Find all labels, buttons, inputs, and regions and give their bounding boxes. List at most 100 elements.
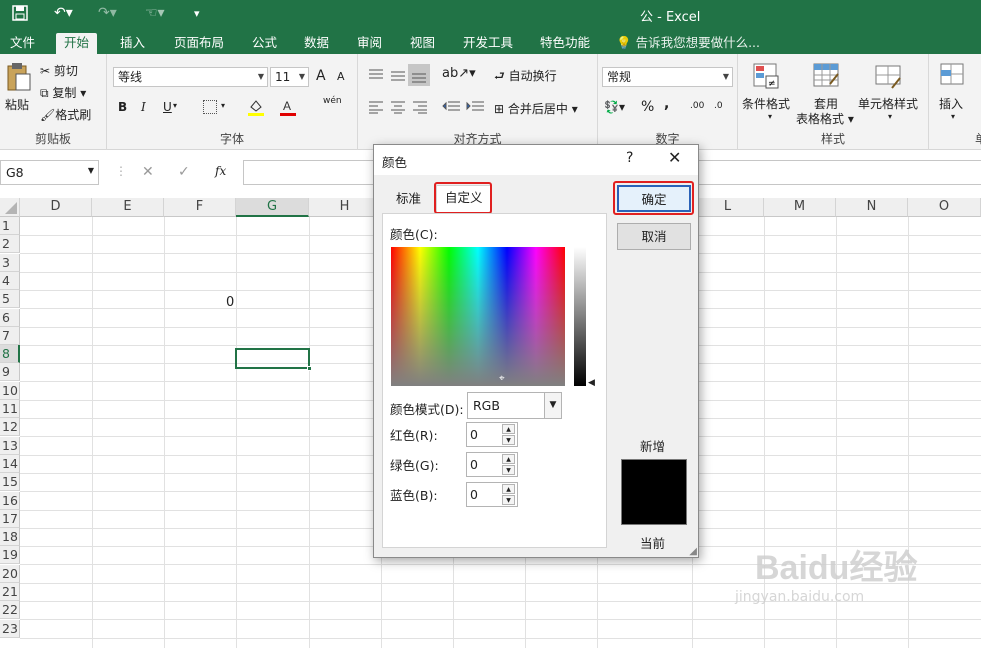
column-header[interactable]: F — [164, 198, 236, 217]
tab-special[interactable]: 特色功能 — [532, 33, 598, 54]
row-header[interactable]: 10 — [0, 381, 20, 400]
name-box[interactable]: G8 ▼ — [0, 160, 99, 185]
merge-center-button[interactable]: ⊞ 合并后居中 ▾ — [494, 100, 578, 117]
formula-bar-handle-icon[interactable]: ⋮ — [115, 164, 127, 178]
tab-view[interactable]: 视图 — [402, 33, 443, 54]
cut-button[interactable]: ✂ 剪切 — [40, 62, 78, 79]
row-header[interactable]: 13 — [0, 436, 20, 455]
close-icon[interactable]: ✕ — [668, 148, 681, 167]
font-color-icon[interactable]: A — [279, 98, 297, 119]
row-header[interactable]: 3 — [0, 253, 20, 272]
row-header[interactable]: 19 — [0, 546, 20, 565]
tab-home[interactable]: 开始 — [56, 33, 98, 54]
row-header[interactable]: 11 — [0, 400, 20, 418]
row-header-selected[interactable]: 8 — [0, 345, 20, 364]
row-header[interactable]: 12 — [0, 418, 20, 437]
cell-styles-icon[interactable] — [874, 62, 904, 93]
row-header[interactable]: 17 — [0, 509, 20, 528]
selected-cell-G8[interactable] — [235, 348, 310, 369]
fill-handle[interactable] — [307, 366, 312, 371]
copy-button[interactable]: ⧉ 复制 ▾ — [40, 84, 86, 101]
cell-F5[interactable]: 0 — [226, 295, 234, 310]
spin-up-icon[interactable]: ▲ — [502, 484, 515, 494]
tell-me-box[interactable]: 💡 告诉我您想要做什么... — [608, 33, 768, 54]
grow-font-button[interactable]: A — [316, 68, 326, 84]
row-header[interactable]: 21 — [0, 583, 20, 601]
tab-developer[interactable]: 开发工具 — [455, 33, 521, 54]
spin-down-icon[interactable]: ▼ — [502, 435, 515, 445]
format-table-label-2[interactable]: 表格格式 ▾ — [796, 110, 854, 127]
enter-formula-icon[interactable]: ✓ — [178, 164, 190, 180]
row-header[interactable]: 7 — [0, 326, 20, 345]
row-header[interactable]: 22 — [0, 601, 20, 620]
increase-decimal-button[interactable]: .00 — [690, 101, 704, 111]
row-header[interactable]: 2 — [0, 235, 20, 254]
conditional-format-label[interactable]: 条件格式 — [742, 95, 790, 112]
increase-indent-icon[interactable] — [466, 100, 484, 117]
insert-cells-label[interactable]: 插入 — [939, 95, 963, 112]
row-header[interactable]: 23 — [0, 619, 20, 638]
font-size-select[interactable]: 11 ▼ — [270, 67, 309, 87]
align-center-icon[interactable] — [390, 100, 406, 117]
luminance-slider[interactable] — [574, 247, 586, 386]
fill-color-icon[interactable] — [247, 98, 265, 119]
red-input[interactable]: 0 ▲ ▼ — [466, 422, 518, 447]
column-header-selected[interactable]: G — [236, 198, 309, 217]
tab-standard[interactable]: 标准 — [388, 187, 429, 213]
column-header[interactable]: N — [836, 198, 908, 217]
format-table-icon[interactable] — [812, 62, 842, 93]
chevron-down-icon[interactable]: ▾ — [221, 101, 225, 110]
column-header[interactable]: O — [908, 198, 981, 217]
underline-button[interactable]: U — [163, 100, 172, 114]
paste-label[interactable]: 粘贴 — [5, 96, 29, 113]
green-input[interactable]: 0 ▲ ▼ — [466, 452, 518, 477]
row-header[interactable]: 15 — [0, 473, 20, 492]
paste-icon[interactable] — [6, 62, 32, 95]
spin-up-icon[interactable]: ▲ — [502, 424, 515, 434]
percent-button[interactable]: % — [641, 99, 654, 115]
color-mode-select[interactable]: RGB ▼ — [467, 392, 562, 419]
tab-insert[interactable]: 插入 — [112, 33, 153, 54]
chevron-down-icon[interactable]: ▾ — [173, 101, 177, 110]
row-header[interactable]: 20 — [0, 564, 20, 583]
luminance-arrow-icon[interactable]: ◀ — [588, 378, 595, 388]
format-painter-button[interactable]: 🖌格式刷 — [40, 106, 91, 123]
border-icon[interactable] — [203, 100, 217, 114]
align-middle-icon[interactable] — [390, 68, 406, 85]
spin-up-icon[interactable]: ▲ — [502, 454, 515, 464]
align-top-icon[interactable] — [368, 68, 384, 85]
chevron-down-icon[interactable]: ▾ — [888, 112, 892, 121]
cell-styles-label[interactable]: 单元格样式 — [858, 95, 918, 112]
row-header[interactable]: 6 — [0, 308, 20, 327]
conditional-format-icon[interactable]: ≠ — [752, 62, 782, 93]
insert-cells-icon[interactable] — [939, 62, 967, 91]
tab-file[interactable]: 文件 — [2, 33, 43, 54]
orientation-icon[interactable]: ab↗▾ — [442, 66, 476, 81]
chevron-down-icon[interactable]: ▾ — [951, 112, 955, 121]
row-header[interactable]: 4 — [0, 271, 20, 290]
select-all-corner[interactable] — [0, 198, 20, 217]
customize-qat-icon[interactable]: ▾ — [194, 7, 200, 20]
phonetic-guide-button[interactable]: wén — [323, 96, 342, 106]
tab-review[interactable]: 审阅 — [349, 33, 390, 54]
shrink-font-button[interactable]: A — [337, 70, 345, 83]
align-right-icon[interactable] — [412, 100, 428, 117]
tab-page-layout[interactable]: 页面布局 — [166, 33, 232, 54]
cancel-formula-icon[interactable]: ✕ — [142, 164, 154, 180]
wrap-text-button[interactable]: ⮐ 自动换行 — [494, 67, 557, 88]
cancel-button[interactable]: 取消 — [617, 223, 691, 250]
number-format-select[interactable]: 常规 ▼ — [602, 67, 733, 87]
bold-button[interactable]: B — [118, 100, 127, 114]
column-header[interactable]: H — [309, 198, 381, 217]
comma-button[interactable]: , — [664, 96, 669, 112]
column-header[interactable]: E — [92, 198, 164, 217]
insert-function-icon[interactable]: fx — [215, 164, 226, 178]
align-left-icon[interactable] — [368, 100, 384, 117]
chevron-down-icon[interactable]: ▾ — [768, 112, 772, 121]
blue-input[interactable]: 0 ▲ ▼ — [466, 482, 518, 507]
resize-grip-icon[interactable]: ◢ — [689, 546, 697, 557]
tab-data[interactable]: 数据 — [296, 33, 337, 54]
row-header[interactable]: 5 — [0, 290, 20, 309]
color-spectrum[interactable]: ⌖ — [391, 247, 565, 386]
row-header[interactable]: 9 — [0, 363, 20, 382]
